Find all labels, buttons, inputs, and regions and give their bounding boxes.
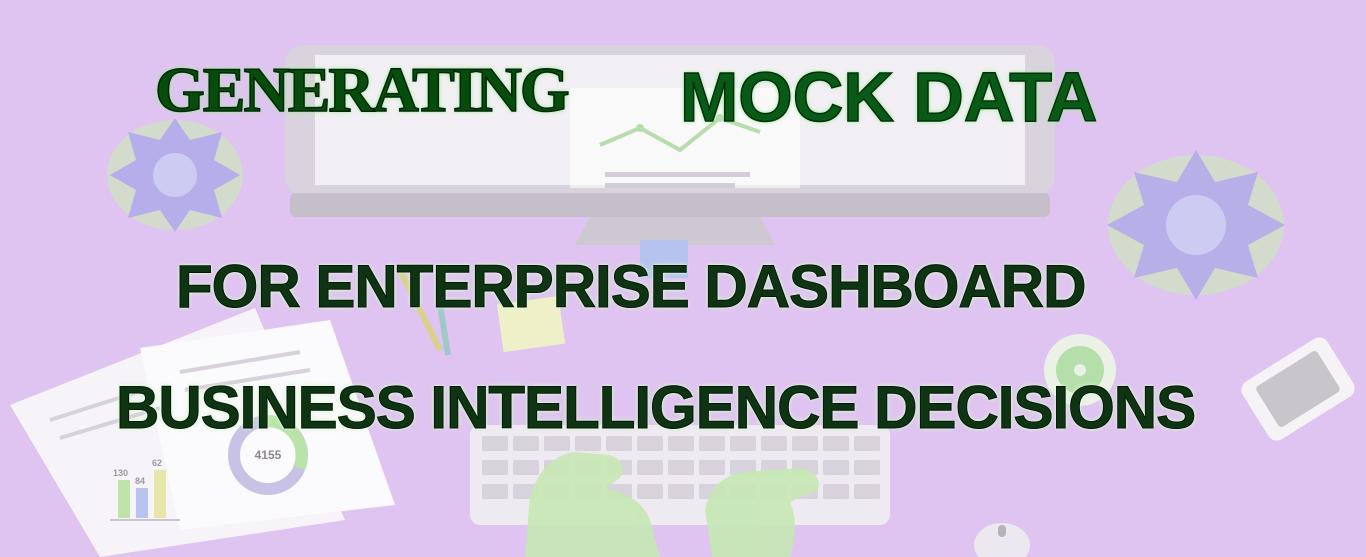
subtitle-business-intelligence: BUSINESS INTELLIGENCE DECISIONS	[115, 374, 1196, 441]
title-generating: GENERATING	[154, 54, 570, 125]
mouse-illustration	[974, 523, 1030, 557]
left-flower-decoration	[107, 118, 243, 232]
bar-label: 130	[113, 468, 128, 478]
tablet-illustration	[1241, 337, 1355, 441]
bar-label: 62	[152, 458, 162, 468]
donut-center-value: 4155	[255, 448, 282, 462]
bar-label: 84	[135, 476, 145, 486]
title-mock-data: MOCK DATA	[679, 58, 1098, 136]
right-flower-decoration	[1107, 150, 1285, 300]
subtitle-enterprise-dashboard: FOR ENTERPRISE DASHBOARD	[175, 253, 1086, 320]
